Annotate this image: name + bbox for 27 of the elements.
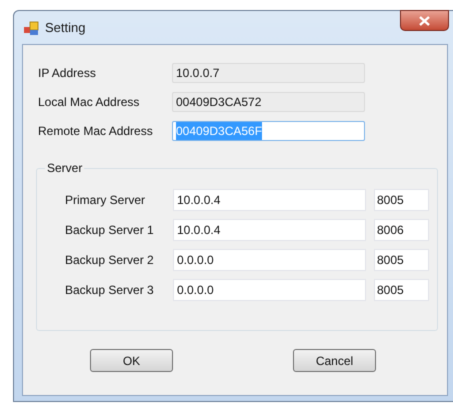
window-title: Setting xyxy=(45,18,86,37)
field-label: Local Mac Address xyxy=(38,94,140,111)
app-icon xyxy=(23,20,39,36)
field-value: 10.0.0.7 xyxy=(176,65,220,82)
address-field[interactable]: 10.0.0.4 xyxy=(173,219,366,241)
port-field[interactable]: 8005 xyxy=(374,249,429,271)
field-label: Remote Mac Address xyxy=(38,123,154,140)
text-field[interactable]: 10.0.0.7 xyxy=(172,63,365,83)
field-value: 00409D3CA572 xyxy=(176,94,262,111)
port-field[interactable]: 8005 xyxy=(374,279,429,301)
server-label: Primary Server xyxy=(65,192,146,209)
field-value: 00409D3CA56F xyxy=(176,122,262,140)
close-button[interactable] xyxy=(400,10,449,31)
server-label: Backup Server 1 xyxy=(65,222,155,239)
port-field[interactable]: 8006 xyxy=(374,219,429,241)
address-field[interactable]: 0.0.0.0 xyxy=(173,249,366,271)
dialog-button[interactable]: OK xyxy=(90,349,173,372)
text-field[interactable]: 00409D3CA572 xyxy=(172,92,365,112)
group-title: Server xyxy=(45,161,84,175)
address-field[interactable]: 10.0.0.4 xyxy=(173,189,366,211)
field-label: IP Address xyxy=(38,65,97,82)
server-label: Backup Server 2 xyxy=(65,252,155,269)
port-field[interactable]: 8005 xyxy=(374,189,429,211)
dialog-button[interactable]: Cancel xyxy=(293,349,376,372)
close-icon xyxy=(419,16,430,26)
address-field[interactable]: 0.0.0.0 xyxy=(173,279,366,301)
server-label: Backup Server 3 xyxy=(65,282,155,299)
